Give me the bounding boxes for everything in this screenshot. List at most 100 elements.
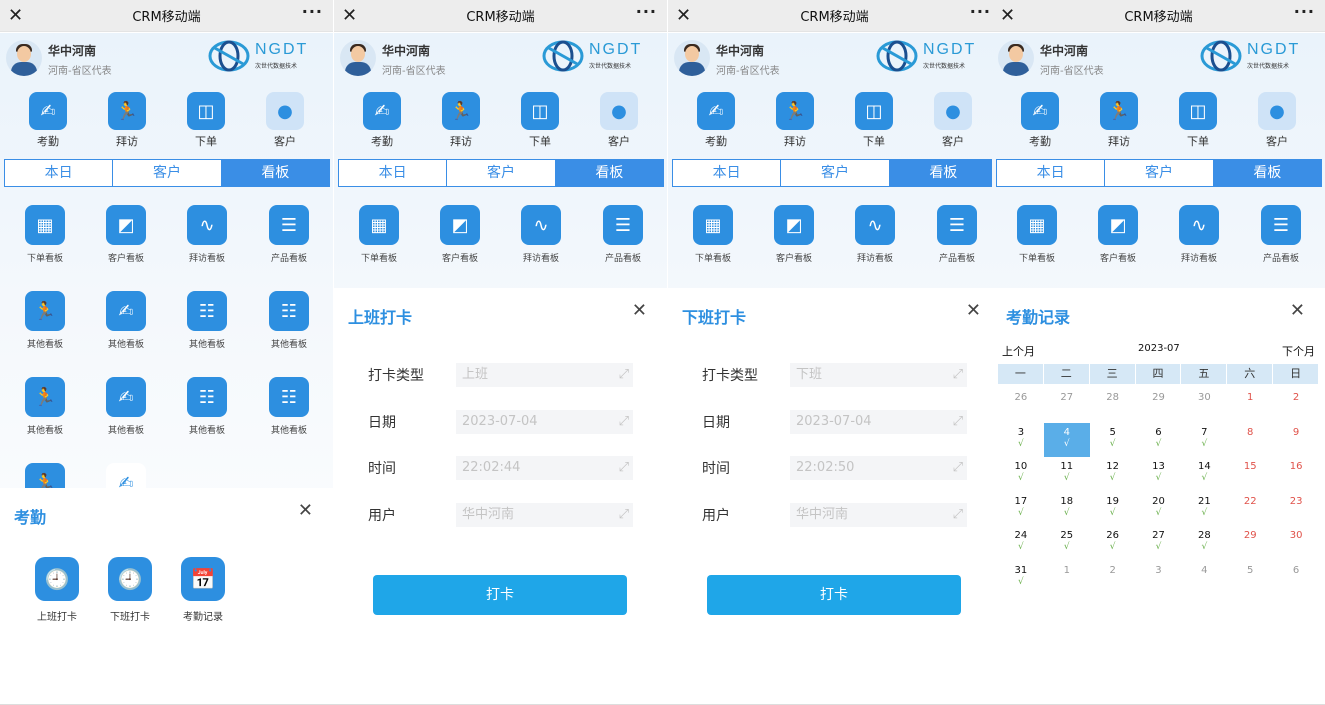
date-input[interactable]: 2023-07-04 ⤢ [456,410,633,434]
quick-order[interactable]: ◫ 下单 [176,92,236,149]
calendar-day[interactable]: 23 [1273,492,1319,527]
calendar-day[interactable]: 16 [1273,457,1319,492]
close-icon[interactable]: ✕ [342,4,357,28]
close-icon[interactable]: ✕ [1000,4,1015,28]
calendar-day[interactable]: 28 √ [1181,526,1227,561]
punch-button[interactable]: 打卡 [373,575,627,615]
calendar-day[interactable]: 5 √ [1090,423,1136,458]
board-item[interactable]: ☷ 其他看板 [172,377,242,436]
board-item[interactable]: ◩ 客户看板 [759,205,829,264]
calendar-day[interactable]: 30 [1181,388,1227,423]
calendar-day[interactable]: 26 √ [1090,526,1136,561]
user-input[interactable]: 华中河南 ⤢ [790,503,967,527]
quick-attendance[interactable]: ✍ 考勤 [686,92,746,149]
calendar-day[interactable]: 12 √ [1090,457,1136,492]
board-item[interactable]: ☰ 产品看板 [1246,205,1316,264]
board-item[interactable]: ☰ 产品看板 [254,205,324,264]
tab-today[interactable]: 本日 [339,160,448,186]
calendar-day[interactable]: 21 √ [1181,492,1227,527]
board-item[interactable]: ◩ 客户看板 [425,205,495,264]
more-menu-icon[interactable]: ··· [302,2,323,21]
calendar-day[interactable]: 19 √ [1090,492,1136,527]
tab-customer[interactable]: 客户 [781,160,890,186]
calendar-day[interactable]: 2 [1273,388,1319,423]
calendar-day[interactable]: 15 [1227,457,1273,492]
expand-icon[interactable]: ⤢ [619,503,629,527]
more-menu-icon[interactable]: ··· [636,2,657,21]
time-input[interactable]: 22:02:44 ⤢ [456,456,633,480]
quick-visit[interactable]: 🏃 拜访 [97,92,157,149]
close-icon[interactable]: ✕ [1290,300,1305,321]
board-item[interactable]: ✍ 其他看板 [91,291,161,350]
expand-icon[interactable]: ⤢ [953,503,963,527]
calendar-day[interactable]: 4 √ [1043,422,1090,457]
expand-icon[interactable]: ⤢ [619,363,629,387]
quick-customer[interactable]: ● 客户 [1247,92,1307,149]
board-item[interactable]: ∿ 拜访看板 [506,205,576,264]
type-input[interactable]: 上班 ⤢ [456,363,633,387]
calendar-day[interactable]: 25 √ [1044,526,1090,561]
quick-customer[interactable]: ● 客户 [923,92,983,149]
board-item[interactable]: ▦ 下单看板 [678,205,748,264]
clock-out-action[interactable]: 🕘 下班打卡 [98,557,162,623]
calendar-day[interactable]: 8 [1227,423,1273,458]
calendar-day[interactable]: 4 [1181,561,1227,596]
close-icon[interactable]: ✕ [8,4,23,28]
board-item[interactable]: ∿ 拜访看板 [1164,205,1234,264]
tab-today[interactable]: 本日 [997,160,1106,186]
calendar-day[interactable]: 28 [1090,388,1136,423]
board-item[interactable]: ∿ 拜访看板 [840,205,910,264]
board-item[interactable]: ▦ 下单看板 [10,205,80,264]
board-item[interactable]: ☷ 其他看板 [172,291,242,350]
board-item[interactable]: ☰ 产品看板 [588,205,658,264]
board-item[interactable]: ☰ 产品看板 [922,205,992,264]
tab-board[interactable]: 看板 [221,160,329,186]
quick-visit[interactable]: 🏃 拜访 [431,92,491,149]
quick-order[interactable]: ◫ 下单 [510,92,570,149]
calendar-day[interactable]: 27 √ [1136,526,1182,561]
calendar-day[interactable]: 11 √ [1044,457,1090,492]
calendar-day[interactable]: 29 [1227,526,1273,561]
type-input[interactable]: 下班 ⤢ [790,363,967,387]
calendar-day[interactable]: 1 [1227,388,1273,423]
calendar-day[interactable]: 14 √ [1181,457,1227,492]
close-icon[interactable]: ✕ [966,300,981,321]
close-icon[interactable]: ✕ [676,4,691,28]
calendar-day[interactable]: 3 √ [998,423,1044,458]
calendar-day[interactable]: 6 [1273,561,1319,596]
records-action[interactable]: 📅 考勤记录 [171,557,235,623]
quick-order[interactable]: ◫ 下单 [1168,92,1228,149]
board-item[interactable]: ∿ 拜访看板 [172,205,242,264]
prev-month-button[interactable]: 上个月 [1002,343,1035,359]
tab-customer[interactable]: 客户 [113,160,222,186]
calendar-day[interactable]: 9 [1273,423,1319,458]
user-input[interactable]: 华中河南 ⤢ [456,503,633,527]
quick-visit[interactable]: 🏃 拜访 [1089,92,1149,149]
expand-icon[interactable]: ⤢ [953,363,963,387]
calendar-day[interactable]: 5 [1227,561,1273,596]
calendar-day[interactable]: 31 √ [998,561,1044,596]
quick-order[interactable]: ◫ 下单 [844,92,904,149]
calendar-day[interactable]: 2 [1090,561,1136,596]
board-item[interactable]: ◩ 客户看板 [91,205,161,264]
tab-board[interactable]: 看板 [555,160,663,186]
quick-attendance[interactable]: ✍ 考勤 [352,92,412,149]
quick-attendance[interactable]: ✍ 考勤 [18,92,78,149]
calendar-day[interactable]: 3 [1136,561,1182,596]
board-item[interactable]: ☷ 其他看板 [254,377,324,436]
expand-icon[interactable]: ⤢ [619,456,629,480]
more-menu-icon[interactable]: ··· [970,2,991,21]
calendar-day[interactable]: 27 [1044,388,1090,423]
expand-icon[interactable]: ⤢ [953,410,963,434]
tab-board[interactable]: 看板 [889,160,997,186]
tab-board[interactable]: 看板 [1213,160,1321,186]
close-icon[interactable]: ✕ [298,500,313,521]
board-item[interactable]: ◩ 客户看板 [1083,205,1153,264]
calendar-day[interactable]: 22 [1227,492,1273,527]
calendar-day[interactable]: 26 [998,388,1044,423]
calendar-day[interactable]: 17 √ [998,492,1044,527]
board-item[interactable]: ▦ 下单看板 [344,205,414,264]
calendar-day[interactable]: 1 [1044,561,1090,596]
quick-customer[interactable]: ● 客户 [589,92,649,149]
quick-attendance[interactable]: ✍ 考勤 [1010,92,1070,149]
